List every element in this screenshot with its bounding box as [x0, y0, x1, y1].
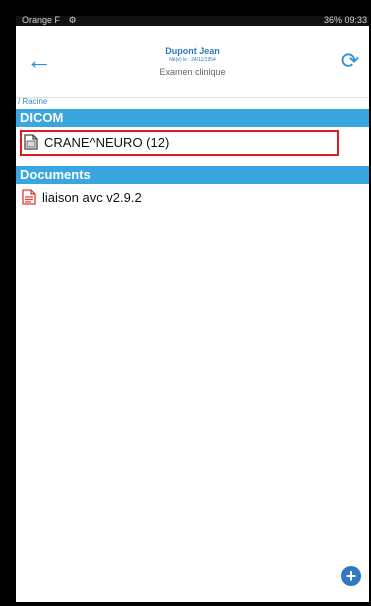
section-dicom: DICOM — [16, 109, 369, 127]
status-left: Orange F ⚙ — [22, 15, 77, 25]
dicom-file-icon — [24, 134, 38, 155]
patient-name: Dupont Jean — [165, 46, 220, 56]
back-arrow-icon[interactable]: ← — [24, 46, 54, 76]
add-icon[interactable]: + — [341, 566, 361, 586]
patient-dob: Né(e) le : 24/11/1954 — [169, 57, 216, 63]
carrier-label: Orange F — [22, 15, 61, 25]
breadcrumb[interactable]: / Racine — [18, 97, 47, 107]
top-band — [0, 0, 371, 16]
pdf-file-icon — [22, 189, 36, 210]
status-right: 36% 09:33 — [323, 15, 367, 25]
patient-info: Dupont Jean Né(e) le : 24/11/1954 Examen… — [76, 46, 309, 78]
section-documents: Documents — [16, 166, 369, 184]
list-item-dicom-series[interactable]: CRANE^NEURO (12) — [20, 130, 339, 156]
settings-gear-icon: ⚙ — [68, 15, 77, 25]
dicom-series-label: CRANE^NEURO (12) — [44, 135, 170, 150]
bottom-bezel — [0, 602, 371, 606]
status-bar: Orange F ⚙ 36% 09:33 — [16, 15, 369, 26]
list-item-document[interactable]: liaison avc v2.9.2 — [20, 187, 335, 209]
document-label: liaison avc v2.9.2 — [42, 190, 142, 205]
refresh-icon[interactable]: ⟳ — [335, 46, 365, 76]
left-bezel — [2, 16, 16, 604]
exam-type: Examen clinique — [159, 67, 226, 77]
content-area: / Racine DICOM CRANE^NEURO (12) Document… — [16, 97, 369, 606]
app-header: ← Dupont Jean Né(e) le : 24/11/1954 Exam… — [16, 26, 369, 98]
